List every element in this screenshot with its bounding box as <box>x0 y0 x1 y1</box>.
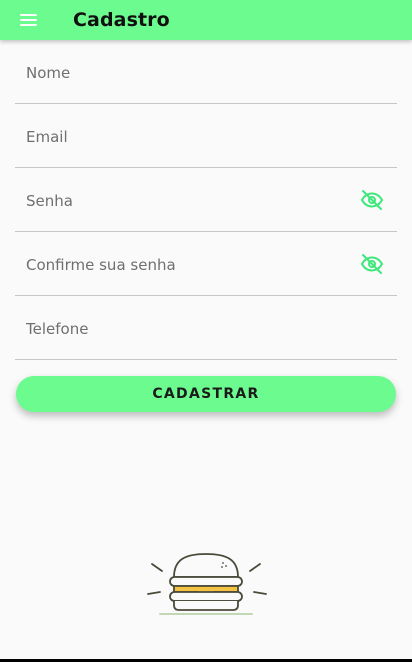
menu-icon[interactable] <box>13 8 43 32</box>
confirm-password-field[interactable] <box>15 232 397 296</box>
app-bar: Cadastro <box>0 0 412 40</box>
burger-icon <box>146 546 268 622</box>
nome-input[interactable] <box>26 63 346 83</box>
eye-off-icon[interactable] <box>360 252 384 276</box>
nome-field[interactable] <box>15 40 397 104</box>
senha-field[interactable] <box>15 168 397 232</box>
senha-input[interactable] <box>26 191 346 211</box>
telefone-input[interactable] <box>26 319 346 339</box>
page-title: Cadastro <box>73 9 170 31</box>
email-input[interactable] <box>26 127 346 147</box>
email-field[interactable] <box>15 104 397 168</box>
eye-off-icon[interactable] <box>360 188 384 212</box>
telefone-field[interactable] <box>15 296 397 360</box>
confirm-password-input[interactable] <box>26 255 346 275</box>
cadastrar-button[interactable]: CADASTRAR <box>16 376 396 412</box>
register-screen: Cadastro CADASTRAR <box>0 0 412 659</box>
